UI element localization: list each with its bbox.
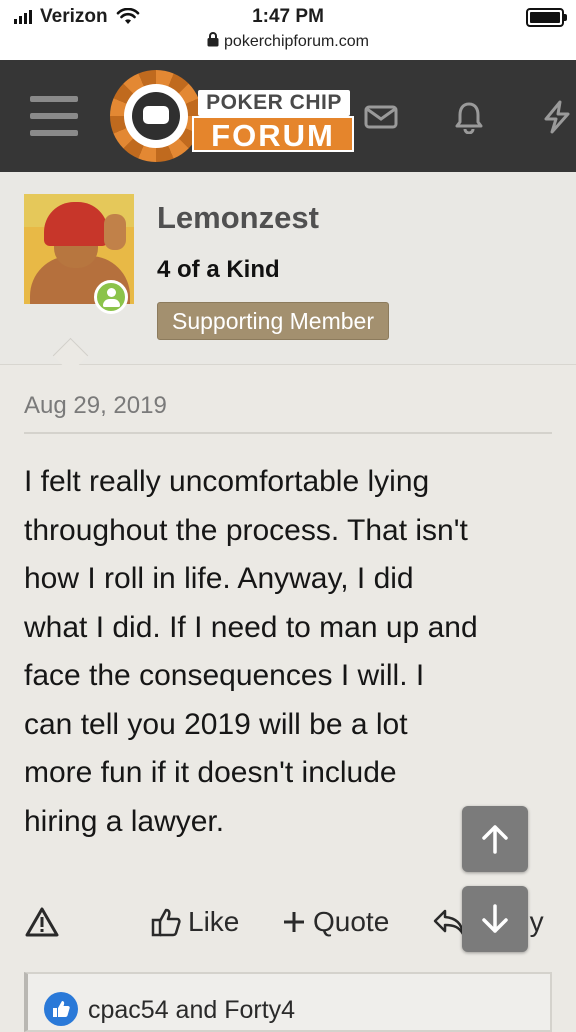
arrow-up-icon <box>482 825 508 854</box>
username[interactable]: Lemonzest <box>157 200 319 236</box>
post-body: I felt really uncomfortable lying throug… <box>24 458 560 846</box>
likes-text[interactable]: cpac54 and Forty4 <box>88 996 295 1025</box>
plus-icon <box>284 912 304 932</box>
post-line: throughout the process. That isn't <box>24 513 468 547</box>
post-author-block: Lemonzest 4 of a Kind Supporting Member <box>0 172 576 365</box>
online-status-icon <box>94 280 128 314</box>
status-bar: Verizon 1:47 PM pokerchipforum.com <box>0 0 576 60</box>
user-badge: Supporting Member <box>157 302 389 340</box>
post-line: what I did. If I need to man up and <box>24 610 478 644</box>
like-label: Like <box>188 906 240 937</box>
site-logo[interactable]: POKER CHIP FORUM <box>110 70 360 162</box>
divider <box>24 432 552 434</box>
logo-text-top: POKER CHIP <box>198 90 350 116</box>
site-header: POKER CHIP FORUM <box>0 60 576 172</box>
warning-icon <box>25 907 59 937</box>
lightning-icon[interactable] <box>540 100 574 134</box>
post-date[interactable]: Aug 29, 2019 <box>24 392 167 420</box>
thumbs-up-icon <box>151 908 181 937</box>
menu-icon[interactable] <box>30 96 78 136</box>
address-bar[interactable]: pokerchipforum.com <box>0 32 576 51</box>
mail-icon[interactable] <box>364 100 398 134</box>
like-badge-icon <box>44 992 78 1026</box>
url-text: pokerchipforum.com <box>224 33 369 50</box>
poker-chip-icon <box>110 70 202 162</box>
post-line: I felt really uncomfortable lying <box>24 465 430 498</box>
scroll-top-button[interactable] <box>462 806 528 872</box>
like-button[interactable]: Like <box>150 896 239 948</box>
logo-text-bottom: FORUM <box>192 116 354 153</box>
reply-icon <box>433 909 465 936</box>
user-title: 4 of a Kind <box>157 256 280 283</box>
report-button[interactable] <box>24 896 66 948</box>
battery-icon <box>526 8 567 27</box>
lock-icon <box>207 32 219 47</box>
post-line: can tell you 2019 will be a lot <box>24 707 408 741</box>
quote-button[interactable]: Quote <box>283 896 389 948</box>
scroll-bottom-button[interactable] <box>462 886 528 952</box>
bell-icon[interactable] <box>452 100 486 134</box>
post-line: face the consequences I will. I <box>24 659 425 692</box>
clock: 1:47 PM <box>252 6 324 27</box>
post-line: more fun if it doesn't include <box>24 756 397 789</box>
likes-summary[interactable]: cpac54 and Forty4 <box>24 972 552 1032</box>
quote-label: Quote <box>313 906 390 937</box>
arrow-down-icon <box>482 904 508 933</box>
post-line: how I roll in life. Anyway, I did <box>24 562 414 595</box>
